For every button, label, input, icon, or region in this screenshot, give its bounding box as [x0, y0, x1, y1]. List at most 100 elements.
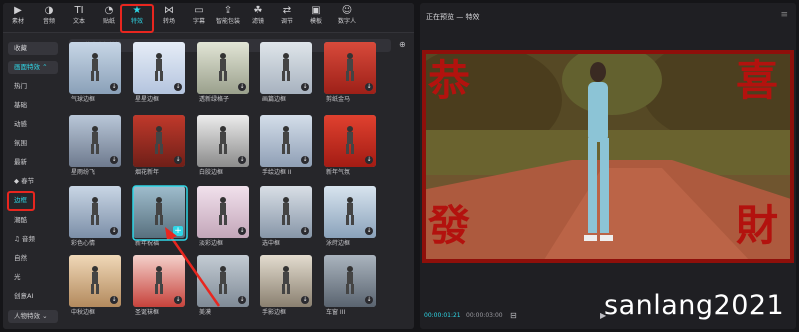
download-icon[interactable]: ↓ [365, 227, 373, 235]
sidebar-item-nature[interactable]: 自然 [8, 252, 58, 265]
download-icon[interactable]: ↓ [174, 83, 182, 91]
filter-icon: ☘ [253, 5, 263, 16]
effect-card-label: 美漠 [199, 309, 212, 316]
toolbar-subtitle[interactable]: ▭ 字幕 [187, 5, 211, 30]
download-icon[interactable]: ↓ [110, 296, 118, 304]
sidebar-item-newest[interactable]: 最新 [8, 156, 58, 169]
effect-card[interactable]: ↓ [133, 115, 185, 167]
effect-card[interactable]: ↓ [324, 255, 376, 307]
media-icon: ▶ [14, 5, 22, 16]
sidebar-item-favorites[interactable]: 收藏 [8, 42, 58, 55]
effect-card-label: 烟花新年 [135, 169, 160, 176]
sticker-icon: ◔ [104, 5, 114, 16]
effect-card-label: 透新绿格子 [199, 96, 230, 103]
effect-card[interactable]: ↓ [324, 115, 376, 167]
download-icon[interactable]: ↓ [174, 156, 182, 164]
border-category-highlight-box [7, 191, 35, 211]
sidebar-item-audio[interactable]: ♫ 音频 [8, 233, 58, 246]
download-icon[interactable]: ↓ [110, 227, 118, 235]
sidebar-item-hot[interactable]: 热门 [8, 80, 58, 93]
effect-card[interactable]: ↓ [197, 255, 249, 307]
toolbar-smart-package[interactable]: ⇪ 智能包装 [216, 5, 240, 30]
effects-tab-highlight-box [120, 4, 154, 33]
sidebar-item-spring-festival[interactable]: ◆ 春节 [8, 175, 58, 188]
adjust-icon: ⇄ [282, 5, 292, 16]
download-icon[interactable]: ↓ [301, 227, 309, 235]
sidebar-item-creative-ai[interactable]: 创意AI [8, 290, 58, 303]
sidebar-item-atmosphere[interactable]: 氛围 [8, 137, 58, 150]
timeline-icon[interactable]: ⊟ [510, 311, 517, 320]
effect-card[interactable]: ↓ [69, 255, 121, 307]
effect-card[interactable]: ↓ [69, 42, 121, 94]
effects-grid: ↓ 气球边框 ↓ 星星边框 ↓ 透新绿格子 ↓ 画篇边框 ↓ 剪纸金马 ↓ 星雨纷飞 ↓ 烟花新年 ↓ 白胶边… [69, 42, 409, 329]
effect-card[interactable]: ↓ [324, 186, 376, 238]
download-icon[interactable]: ↓ [301, 296, 309, 304]
effect-card-label: 手绘边框 II [262, 169, 292, 176]
toolbar-adjust[interactable]: ⇄ 调节 [275, 5, 299, 30]
sidebar-item-basic[interactable]: 基础 [8, 99, 58, 112]
toolbar-text[interactable]: TI 文本 [67, 5, 91, 30]
effect-card[interactable]: + [133, 186, 185, 238]
character-gong: 恭 [428, 56, 471, 105]
download-icon[interactable]: ↓ [174, 296, 182, 304]
effect-card[interactable]: ↓ [69, 115, 121, 167]
effect-card[interactable]: ↓ [260, 115, 312, 167]
effect-card[interactable]: ↓ [69, 186, 121, 238]
effect-card-label: 手影边框 [262, 309, 287, 316]
sidebar-item-screen-effects[interactable]: 画面特效 ⌃ [8, 61, 58, 74]
video-preview: 恭 喜 發 財 [422, 50, 794, 263]
preview-panel: 正在预览 — 特效 ≡ 恭 喜 發 財 00:00:01:21 00:00:03… [420, 3, 796, 329]
toolbar-digital-human[interactable]: ☺ 数字人 [335, 5, 359, 30]
image-search-icon[interactable]: ⊕ [399, 40, 406, 49]
sidebar-item-character-effects[interactable]: 人物特效 ⌄ [8, 310, 58, 323]
download-icon[interactable]: ↓ [238, 156, 246, 164]
template-icon: ▣ [311, 5, 321, 16]
digital-human-icon: ☺ [341, 5, 353, 16]
effect-card[interactable]: ↓ [260, 186, 312, 238]
download-icon[interactable]: ↓ [238, 83, 246, 91]
effect-card[interactable]: ↓ [260, 255, 312, 307]
effect-card[interactable]: ↓ [133, 255, 185, 307]
character-cai: 財 [736, 201, 779, 250]
effect-card[interactable]: ↓ [197, 115, 249, 167]
sidebar-item-dynamic[interactable]: 动感 [8, 118, 58, 131]
download-icon[interactable]: ↓ [365, 83, 373, 91]
sidebar-item-light[interactable]: 光 [8, 271, 58, 284]
download-icon[interactable]: ↓ [110, 83, 118, 91]
toolbar-transition[interactable]: ⋈ 转场 [157, 5, 181, 30]
download-icon[interactable]: ↓ [301, 83, 309, 91]
effect-card[interactable]: ↓ [324, 42, 376, 94]
add-effect-icon[interactable]: + [173, 226, 183, 236]
app-window: ▶ 素材 ◑ 音频 TI 文本 ◔ 贴纸 ★ 特效 ⋈ 转场 ▭ 字幕 ⇪ 智能包装 ☘ 滤镜 ⇄… [0, 0, 799, 332]
audio-icon: ◑ [44, 5, 54, 16]
text-icon: TI [74, 5, 84, 16]
character-fa: 發 [428, 201, 471, 250]
toolbar-audio[interactable]: ◑ 音频 [37, 5, 61, 30]
toolbar-sticker[interactable]: ◔ 贴纸 [97, 5, 121, 30]
toolbar-template[interactable]: ▣ 模板 [304, 5, 328, 30]
download-icon[interactable]: ↓ [365, 156, 373, 164]
category-sidebar: 收藏 画面特效 ⌃ 热门 基础 动感 氛围 最新 ◆ 春节 边框 潮酷 ♫ 音频… [3, 34, 61, 329]
effect-card-label: 选中框 [262, 240, 281, 247]
effect-card-label: 中秋边框 [71, 309, 96, 316]
download-icon[interactable]: ↓ [110, 156, 118, 164]
preview-title: 正在预览 — 特效 [426, 13, 480, 21]
sidebar-item-trendy[interactable]: 潮酷 [8, 214, 58, 227]
download-icon[interactable]: ↓ [365, 296, 373, 304]
effects-panel: ▶ 素材 ◑ 音频 TI 文本 ◔ 贴纸 ★ 特效 ⋈ 转场 ▭ 字幕 ⇪ 智能包装 ☘ 滤镜 ⇄… [3, 3, 414, 329]
effect-card[interactable]: ↓ [197, 186, 249, 238]
menu-icon[interactable]: ≡ [780, 10, 788, 20]
effect-card-label: 星星边框 [135, 96, 160, 103]
effect-card[interactable]: ↓ [260, 42, 312, 94]
download-icon[interactable]: ↓ [238, 296, 246, 304]
effect-card-label: 白胶边框 [199, 169, 224, 176]
effect-card[interactable]: ↓ [197, 42, 249, 94]
download-icon[interactable]: ↓ [238, 227, 246, 235]
subtitle-icon: ▭ [194, 5, 204, 16]
effect-card-label: 剪纸金马 [326, 96, 351, 103]
current-time: 00:00:01:21 [424, 312, 461, 319]
effect-card[interactable]: ↓ [133, 42, 185, 94]
download-icon[interactable]: ↓ [301, 156, 309, 164]
toolbar-media[interactable]: ▶ 素材 [6, 5, 30, 30]
toolbar-filter[interactable]: ☘ 滤镜 [246, 5, 270, 30]
